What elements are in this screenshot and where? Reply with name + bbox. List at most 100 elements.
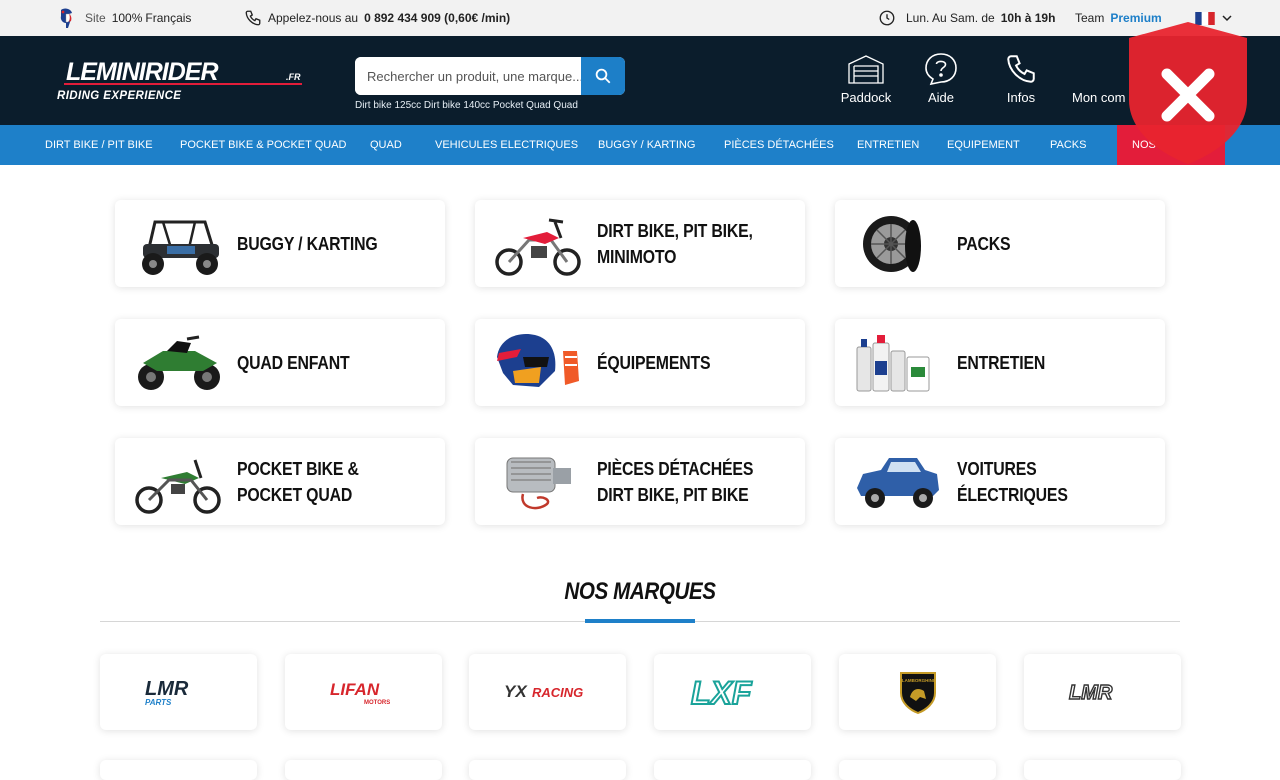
svg-text:LMR: LMR [145, 678, 189, 700]
lifan-logo-icon: LIFAN MOTORS [330, 680, 390, 706]
phone-prefix: Appelez-nous au [268, 11, 359, 25]
category-label: PACKS [957, 233, 1011, 254]
nav-item-dirt-bike[interactable]: DIRT BIKE / PIT BIKE [45, 125, 153, 165]
svg-text:RIDING EXPERIENCE: RIDING EXPERIENCE [57, 90, 181, 102]
garage-icon [848, 55, 884, 84]
brand-card-partial[interactable] [839, 760, 996, 780]
search-suggestions[interactable]: Dirt bike 125cc Dirt bike 140cc Pocket Q… [355, 100, 578, 111]
lxf-logo-icon: LXF [690, 674, 754, 710]
brand-card-lmr-parts[interactable]: LMR PARTS [100, 654, 257, 730]
nav-item-quad[interactable]: QUAD [370, 125, 402, 165]
nav-item-pocket-bike[interactable]: POCKET BIKE & POCKET QUAD [180, 125, 346, 165]
infos-label: Infos [1006, 90, 1036, 105]
brand-card-partial[interactable] [654, 760, 811, 780]
lmr-logo-icon: LMR [1068, 681, 1113, 704]
category-card-buggy[interactable]: BUGGY / KARTING [115, 200, 445, 287]
svg-text:YX: YX [504, 682, 528, 701]
phone-icon [245, 10, 261, 26]
site-prefix: Site [85, 11, 106, 25]
svg-text:LXF: LXF [691, 675, 753, 710]
main-navigation: DIRT BIKE / PIT BIKE POCKET BIKE & POCKE… [0, 125, 1280, 165]
quad-icon [138, 335, 220, 390]
nav-item-pieces-detachees[interactable]: PIÈCES DÉTACHÉES [724, 125, 834, 165]
lmr-parts-logo-icon: LMR PARTS [145, 678, 189, 707]
svg-text:LMR: LMR [1069, 682, 1113, 704]
svg-text:LEMINIRIDER: LEMINIRIDER [66, 58, 218, 86]
svg-text:RACING: RACING [532, 685, 583, 700]
brand-card-lifan[interactable]: LIFAN MOTORS [285, 654, 442, 730]
pocket-bike-icon [135, 459, 221, 514]
svg-text:MOTORS: MOTORS [364, 700, 390, 706]
wheels-icon [863, 216, 921, 272]
lamborghini-shield-icon: LAMBORGHINI [899, 672, 936, 715]
brand-card-partial[interactable] [285, 760, 442, 780]
phone-info[interactable]: Appelez-nous au 0 892 434 909 (0,60€ /mi… [244, 0, 510, 36]
site-logo[interactable]: LEMINIRIDER .FR RIDING EXPERIENCE [56, 58, 306, 102]
blocked-shield-overlay[interactable] [1127, 20, 1249, 166]
brand-card-lmr[interactable]: LMR [1024, 654, 1181, 730]
category-label: PIÈCES DÉTACHÉES DIRT BIKE, PIT BIKE [597, 458, 754, 505]
nav-item-packs[interactable]: PACKS [1050, 125, 1086, 165]
category-card-entretien[interactable]: ENTRETIEN [835, 319, 1165, 406]
brands-divider-accent [585, 619, 695, 623]
help-button[interactable]: Aide [901, 52, 981, 112]
category-label: ÉQUIPEMENTS [597, 352, 711, 373]
search-input[interactable] [355, 57, 581, 95]
category-label: DIRT BIKE, PIT BIKE, MINIMOTO [597, 220, 753, 267]
site-language-info: Site 100% Français [55, 0, 191, 36]
category-label: VOITURES ÉLECTRIQUES [957, 458, 1068, 505]
category-card-pieces-detachees[interactable]: PIÈCES DÉTACHÉES DIRT BIKE, PIT BIKE [475, 438, 805, 525]
paddock-label: Paddock [840, 90, 892, 105]
category-label: ENTRETIEN [957, 352, 1046, 373]
brand-card-lamborghini[interactable]: LAMBORGHINI [839, 654, 996, 730]
main-header: LEMINIRIDER .FR RIDING EXPERIENCE Dirt b… [0, 36, 1280, 125]
category-card-voitures-electriques[interactable]: VOITURES ÉLECTRIQUES [835, 438, 1165, 525]
yx-racing-logo-icon: YX RACING [504, 682, 583, 701]
nav-item-buggy-karting[interactable]: BUGGY / KARTING [598, 125, 695, 165]
search-button[interactable] [581, 57, 625, 95]
search-box [355, 57, 625, 95]
opening-hours: Lun. Au Sam. de 10h à 19h [878, 0, 1055, 36]
svg-text:PARTS: PARTS [145, 698, 172, 707]
search-icon [595, 68, 611, 84]
svg-text:.FR: .FR [286, 72, 301, 82]
shield-close-icon [1129, 22, 1247, 164]
electric-car-icon [857, 458, 939, 508]
help-icon [925, 53, 957, 86]
svg-text:LIFAN: LIFAN [330, 680, 380, 699]
site-highlight: 100% [111, 11, 143, 25]
team-prefix: Team [1075, 11, 1105, 25]
brand-card-partial[interactable] [469, 760, 626, 780]
nav-item-equipement[interactable]: EQUIPEMENT [947, 125, 1020, 165]
category-card-quad-enfant[interactable]: QUAD ENFANT [115, 319, 445, 406]
category-card-packs[interactable]: PACKS [835, 200, 1165, 287]
account-label: Mon com [1072, 90, 1126, 105]
category-label: BUGGY / KARTING [237, 233, 378, 254]
category-card-pocket-bike[interactable]: POCKET BIKE & POCKET QUAD [115, 438, 445, 525]
brand-card-partial[interactable] [1024, 760, 1181, 780]
phone-number[interactable]: 0 892 434 909 (0,60€ /min) [364, 11, 510, 25]
nav-item-entretien[interactable]: ENTRETIEN [857, 125, 919, 165]
brand-card-partial[interactable] [100, 760, 257, 780]
dirt-bike-icon [495, 218, 581, 276]
hours-value: 10h à 19h [1000, 11, 1056, 25]
nav-item-vehicules-electriques[interactable]: VEHICULES ELECTRIQUES [435, 125, 578, 165]
category-label: POCKET BIKE & POCKET QUAD [237, 458, 359, 505]
clock-icon [879, 10, 895, 26]
category-card-equipements[interactable]: ÉQUIPEMENTS [475, 319, 805, 406]
paddock-button[interactable]: Paddock [826, 52, 906, 112]
brand-card-yx-racing[interactable]: YX RACING [469, 654, 626, 730]
svg-text:LAMBORGHINI: LAMBORGHINI [901, 678, 933, 683]
france-rooster-icon [60, 8, 72, 28]
infos-button[interactable]: Infos [981, 52, 1061, 112]
engine-icon [506, 457, 571, 510]
leminirider-logo-icon: LEMINIRIDER .FR RIDING EXPERIENCE [57, 58, 302, 102]
brand-card-lxf[interactable]: LXF [654, 654, 811, 730]
site-suffix: Français [145, 11, 192, 25]
hours-prefix: Lun. Au Sam. de [906, 11, 995, 25]
category-label: QUAD ENFANT [237, 352, 350, 373]
top-bar: Site 100% Français Appelez-nous au 0 892… [0, 0, 1280, 36]
brands-section-title: NOS MARQUES [564, 578, 716, 605]
category-card-dirt-bike[interactable]: DIRT BIKE, PIT BIKE, MINIMOTO [475, 200, 805, 287]
phone-icon [1007, 55, 1035, 83]
